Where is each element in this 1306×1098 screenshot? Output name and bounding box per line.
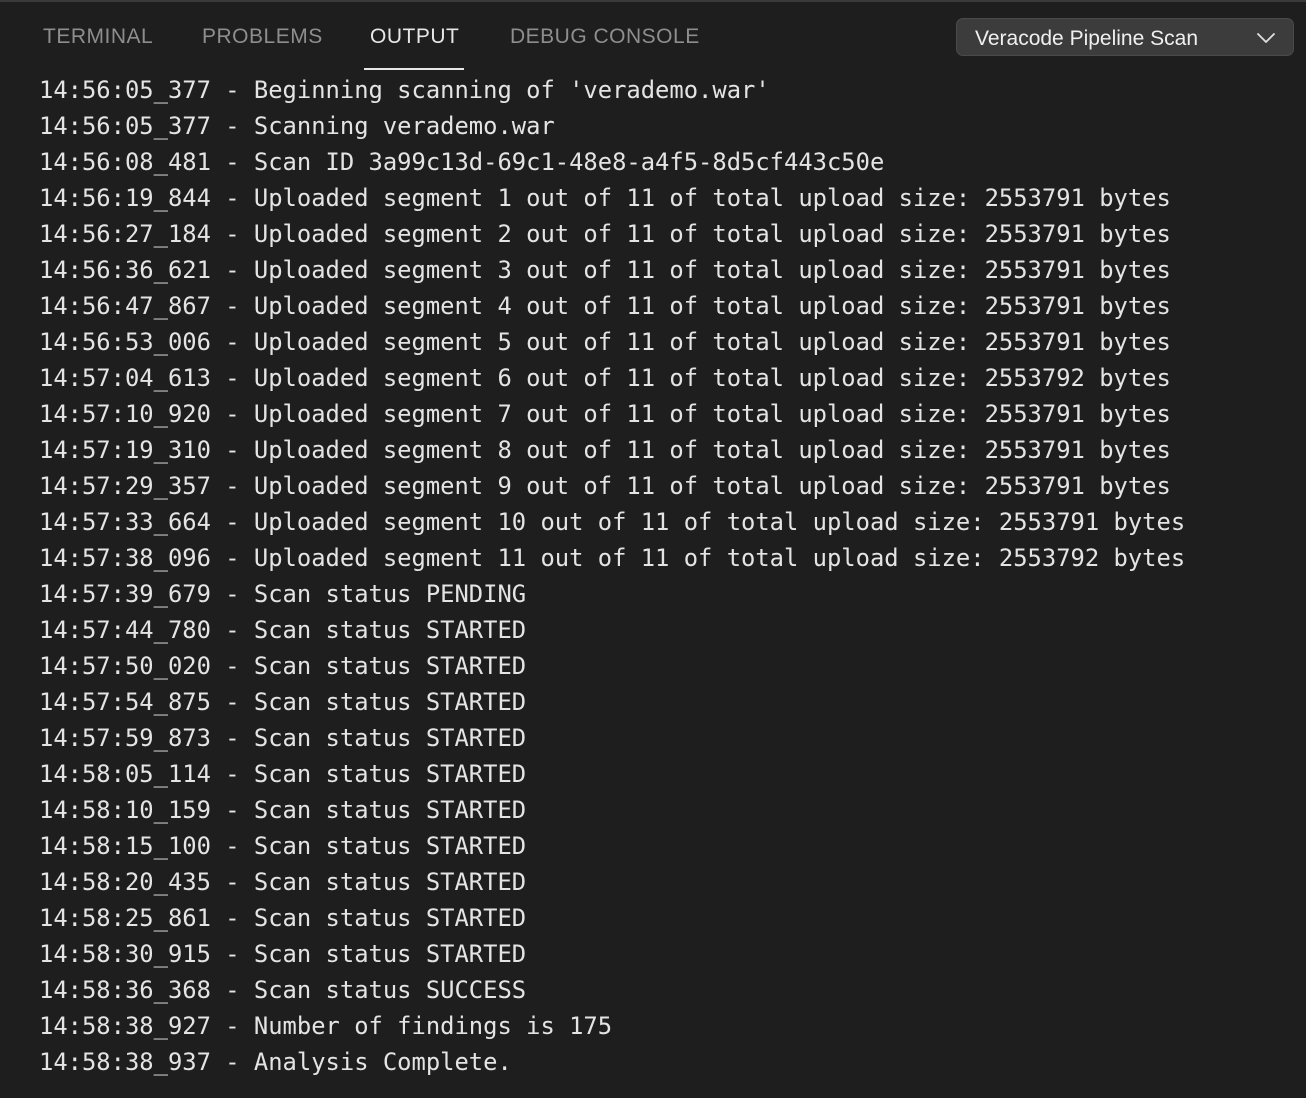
output-line: 14:57:33_664 - Uploaded segment 10 out o… xyxy=(39,508,1186,536)
output-line: 14:58:25_861 - Scan status STARTED xyxy=(39,904,527,932)
output-line: 14:57:38_096 - Uploaded segment 11 out o… xyxy=(39,544,1186,572)
output-channel-selected-value: Veracode Pipeline Scan xyxy=(975,27,1198,50)
output-line: 14:56:53_006 - Uploaded segment 5 out of… xyxy=(39,328,1171,356)
output-line: 14:56:27_184 - Uploaded segment 2 out of… xyxy=(39,220,1171,248)
output-line: 14:56:08_481 - Scan ID 3a99c13d-69c1-48e… xyxy=(39,148,885,176)
output-line: 14:56:19_844 - Uploaded segment 1 out of… xyxy=(39,184,1171,212)
output-line: 14:56:05_377 - Beginning scanning of 've… xyxy=(39,76,770,104)
output-line: 14:58:10_159 - Scan status STARTED xyxy=(39,796,527,824)
chevron-down-icon xyxy=(1257,33,1275,43)
output-line: 14:57:04_613 - Uploaded segment 6 out of… xyxy=(39,364,1171,392)
output-line: 14:57:39_679 - Scan status PENDING xyxy=(39,580,527,608)
output-line: 14:56:36_621 - Uploaded segment 3 out of… xyxy=(39,256,1171,284)
output-line: 14:56:05_377 - Scanning verademo.war xyxy=(39,112,555,140)
output-line: 14:57:19_310 - Uploaded segment 8 out of… xyxy=(39,436,1171,464)
output-line: 14:58:15_100 - Scan status STARTED xyxy=(39,832,527,860)
output-line: 14:56:47_867 - Uploaded segment 4 out of… xyxy=(39,292,1171,320)
tab-problems[interactable]: PROBLEMS xyxy=(202,25,323,49)
output-line: 14:58:20_435 - Scan status STARTED xyxy=(39,868,527,896)
output-line: 14:57:29_357 - Uploaded segment 9 out of… xyxy=(39,472,1171,500)
output-line: 14:57:50_020 - Scan status STARTED xyxy=(39,652,527,680)
output-channel-select[interactable]: Veracode Pipeline Scan xyxy=(956,18,1294,56)
panel-tab-bar: TERMINAL PROBLEMS OUTPUT DEBUG CONSOLE V… xyxy=(0,2,1306,72)
output-line: 14:57:59_873 - Scan status STARTED xyxy=(39,724,527,752)
output-line: 14:57:10_920 - Uploaded segment 7 out of… xyxy=(39,400,1171,428)
output-line: 14:58:38_937 - Analysis Complete. xyxy=(39,1048,512,1076)
tab-output[interactable]: OUTPUT xyxy=(370,25,459,49)
output-line: 14:58:36_368 - Scan status SUCCESS xyxy=(39,976,527,1004)
output-panel: TERMINAL PROBLEMS OUTPUT DEBUG CONSOLE V… xyxy=(0,0,1306,1098)
output-log[interactable]: 14:56:05_377 - Beginning scanning of 've… xyxy=(39,72,1306,1098)
output-line: 14:57:54_875 - Scan status STARTED xyxy=(39,688,527,716)
output-line: 14:58:38_927 - Number of findings is 175 xyxy=(39,1012,613,1040)
active-tab-indicator xyxy=(364,68,464,70)
output-line: 14:58:05_114 - Scan status STARTED xyxy=(39,760,527,788)
tab-debug-console[interactable]: DEBUG CONSOLE xyxy=(510,25,700,49)
tab-terminal[interactable]: TERMINAL xyxy=(43,25,153,49)
output-line: 14:57:44_780 - Scan status STARTED xyxy=(39,616,527,644)
output-line: 14:58:30_915 - Scan status STARTED xyxy=(39,940,527,968)
